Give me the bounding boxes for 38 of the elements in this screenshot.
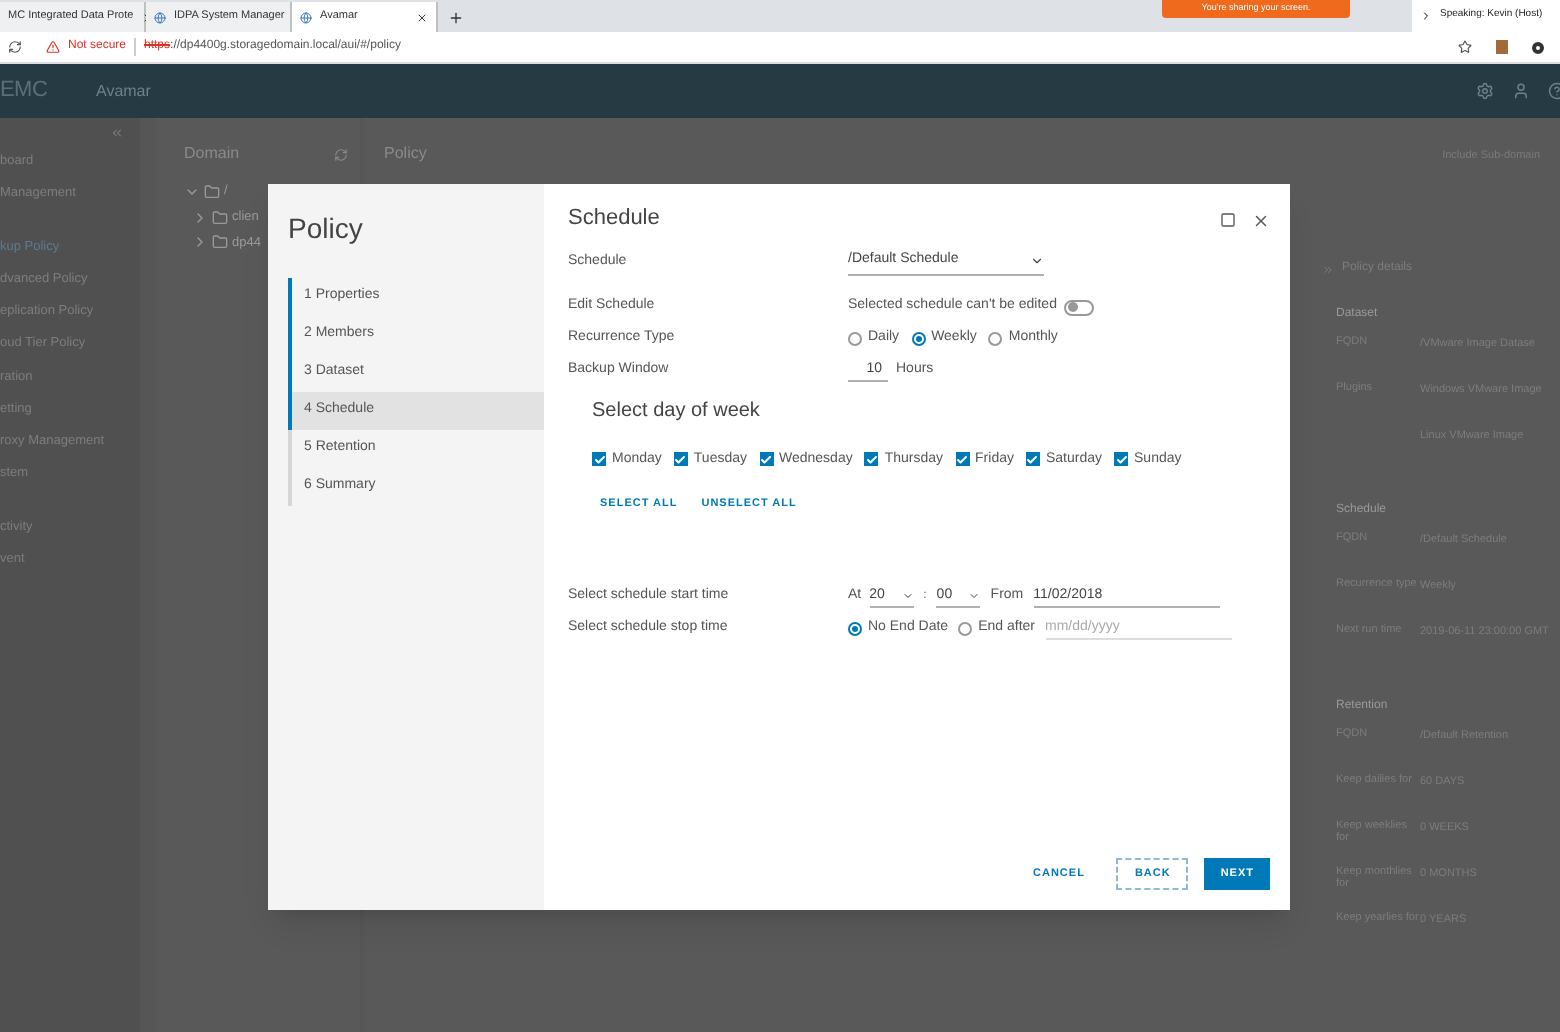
chevron-down-icon xyxy=(968,589,981,602)
dialog-title: Policy xyxy=(286,210,365,248)
user-icon xyxy=(1512,82,1530,100)
reload-icon xyxy=(8,40,22,54)
chevron-down-icon xyxy=(901,589,914,602)
globe-icon xyxy=(300,11,312,23)
day-checkbox[interactable] xyxy=(955,452,970,467)
warning-icon xyxy=(46,40,60,54)
new-tab-icon[interactable] xyxy=(448,10,464,26)
folder-icon xyxy=(212,234,228,251)
collapse-icon xyxy=(110,126,124,140)
maximize-icon[interactable] xyxy=(1220,212,1236,229)
day-checkbox[interactable] xyxy=(1025,452,1040,467)
product-name: Avamar xyxy=(96,79,151,103)
folder-icon xyxy=(204,183,220,200)
settings-icon xyxy=(1476,82,1494,100)
day-checkbox[interactable] xyxy=(1114,452,1129,467)
close-icon xyxy=(416,11,428,23)
section-heading: Schedule xyxy=(568,204,660,234)
day-checkbox[interactable] xyxy=(759,452,773,467)
day-checkbox[interactable] xyxy=(592,452,606,467)
refresh-icon xyxy=(334,147,348,161)
days-heading: Select day of week xyxy=(592,397,762,425)
radio-button[interactable] xyxy=(848,621,862,636)
radio-button[interactable] xyxy=(911,332,926,346)
radio-button[interactable] xyxy=(958,621,973,636)
close-icon[interactable] xyxy=(1252,211,1270,230)
star-icon xyxy=(1458,40,1472,54)
chevron-down-icon xyxy=(1030,254,1044,268)
radio-button[interactable] xyxy=(988,332,1003,346)
folder-icon xyxy=(212,209,228,226)
radio-button[interactable] xyxy=(848,332,862,346)
toggle-switch[interactable] xyxy=(1064,299,1095,315)
chevron-right-icon xyxy=(1420,10,1432,22)
day-checkbox[interactable] xyxy=(864,452,879,467)
globe-icon xyxy=(154,11,166,23)
expand-icon xyxy=(1322,263,1334,275)
day-checkbox[interactable] xyxy=(673,452,688,467)
